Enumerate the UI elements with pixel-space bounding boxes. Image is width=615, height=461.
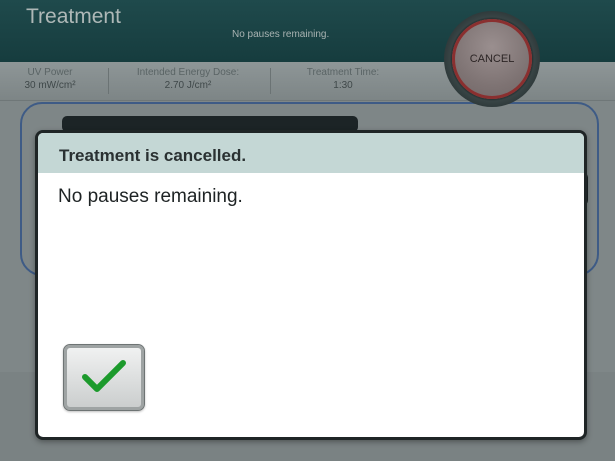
- energy-dose-label: Intended Energy Dose:: [136, 67, 240, 78]
- uv-power-info: UV Power 30 mW/cm²: [14, 66, 86, 92]
- status-message: No pauses remaining.: [232, 29, 330, 40]
- checkmark-icon: [81, 357, 127, 398]
- info-divider: [270, 68, 271, 94]
- confirm-button[interactable]: [63, 344, 145, 411]
- cancelled-dialog: Treatment is cancelled. No pauses remain…: [35, 130, 587, 440]
- dialog-message: No pauses remaining.: [58, 186, 243, 207]
- energy-dose-value: 2.70 J/cm²: [164, 80, 212, 91]
- uv-power-value: 30 mW/cm²: [24, 80, 76, 91]
- uv-power-label: UV Power: [27, 67, 73, 78]
- energy-dose-info: Intended Energy Dose: 2.70 J/cm²: [118, 66, 258, 92]
- dialog-header: Treatment is cancelled.: [38, 133, 584, 173]
- dialog-title: Treatment is cancelled.: [59, 146, 247, 165]
- treatment-time-label: Treatment Time:: [306, 67, 380, 78]
- info-divider: [108, 68, 109, 94]
- page-title: Treatment: [26, 5, 121, 28]
- treatment-time-value: 1:30: [333, 80, 353, 91]
- treatment-time-info: Treatment Time: 1:30: [288, 66, 398, 92]
- cancel-button[interactable]: CANCEL: [452, 19, 532, 99]
